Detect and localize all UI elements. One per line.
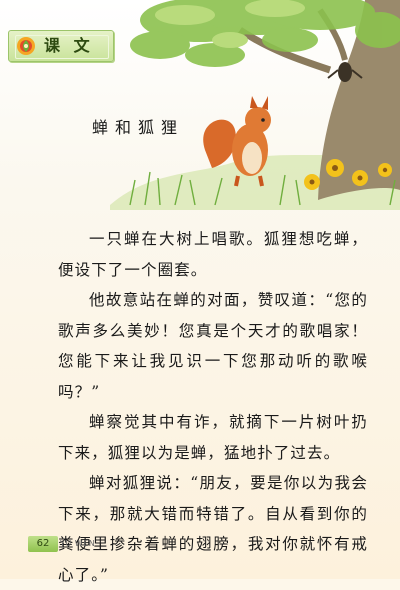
paragraph: 蝉察觉其中有诈，就摘下一片树叶扔下来，狐狸以为是蝉，猛地扑了过去。 bbox=[58, 413, 368, 462]
page-number: 62 bbox=[28, 536, 58, 552]
paragraph: 蝉对狐狸说：“朋友，要是你以为我会下来，那就大错而特错了。自从看到你的粪便里掺杂… bbox=[58, 474, 368, 584]
lesson-title: 蝉和狐狸 bbox=[92, 118, 185, 137]
section-label: 课 文 bbox=[44, 36, 94, 55]
lesson-flower-icon bbox=[17, 37, 35, 55]
paragraph: 一只蝉在大树上唱歌。狐狸想吃蝉，便设下了一个圈套。 bbox=[58, 230, 368, 279]
paragraph: 他故意站在蝉的对面，赞叹道：“您的歌声多么美妙！您真是个天才的歌唱家！您能下来让… bbox=[58, 291, 368, 401]
footer-label: YU WEN bbox=[60, 539, 96, 548]
